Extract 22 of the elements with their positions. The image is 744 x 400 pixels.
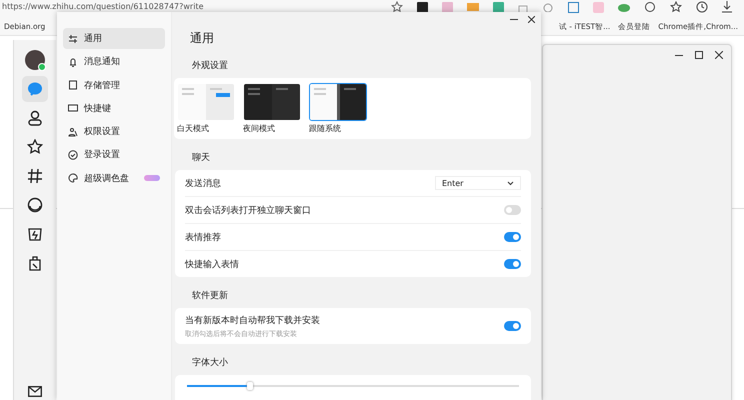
setting-label: 双击会话列表打开独立聊天窗口: [185, 204, 311, 216]
nav-item[interactable]: 登录设置: [63, 144, 165, 166]
section-heading: 聊天: [192, 152, 211, 164]
theme-label: 夜间模式: [243, 123, 276, 134]
nav-item[interactable]: 超级调色盘: [63, 168, 165, 189]
setting-label: 当有新版本时自动帮我下载并安装: [185, 314, 320, 326]
nav-item[interactable]: 权限设置: [63, 121, 165, 142]
nav-item[interactable]: 存储管理: [63, 74, 165, 96]
setting-label: 发送消息: [185, 178, 221, 190]
setting-label: 快捷输入表情: [185, 258, 239, 270]
theme-label: 跟随系统: [309, 123, 342, 134]
send-key-dropdown[interactable]: Enter: [435, 176, 521, 190]
section-heading: 软件更新: [192, 290, 229, 302]
theme-label: 白天模式: [177, 123, 210, 134]
page-title: 通用: [190, 30, 215, 47]
nav-item[interactable]: 消息通知: [63, 51, 165, 72]
section-heading: 字体大小: [192, 356, 229, 369]
address-text[interactable]: https://www.zhihu.com/question/611028747?write: [2, 2, 204, 11]
nav-item[interactable]: 通用: [63, 28, 165, 49]
nav-item[interactable]: 快捷键: [63, 98, 165, 119]
setting-label: 表情推荐: [185, 232, 221, 244]
section-heading: 外观设置: [192, 60, 229, 72]
